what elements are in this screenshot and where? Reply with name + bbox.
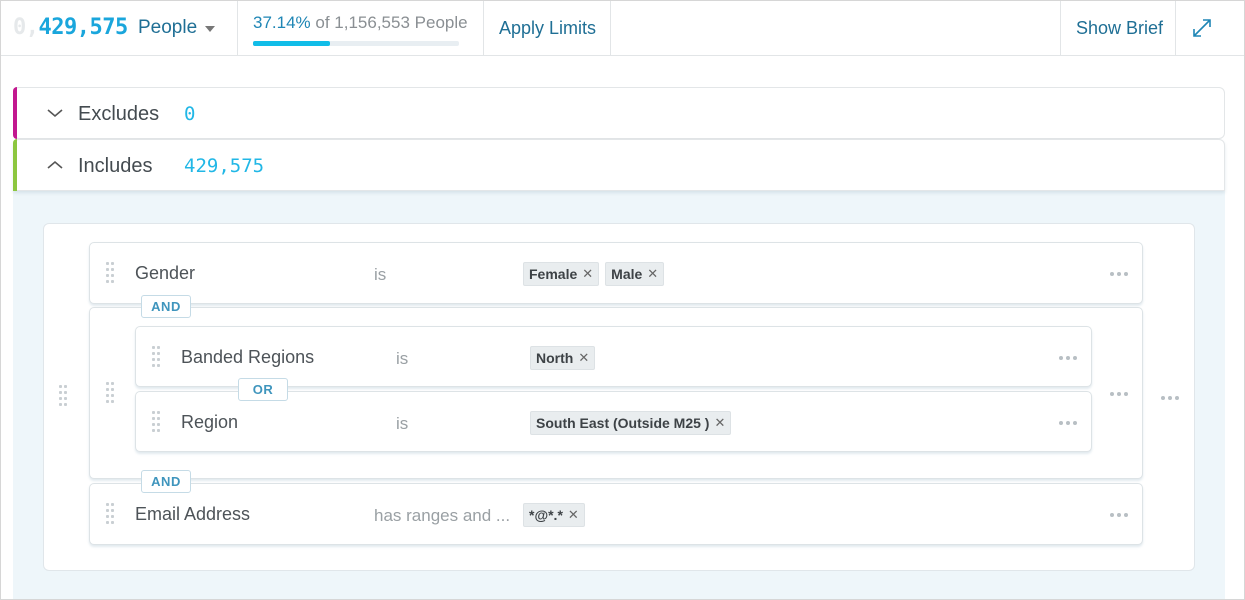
- rule-operator[interactable]: is: [396, 349, 408, 369]
- more-options-icon[interactable]: [1159, 392, 1181, 404]
- divider: [237, 1, 238, 55]
- app-frame: 0,429,575 People 37.14% of 1,156,553 Peo…: [0, 0, 1245, 600]
- rule-field[interactable]: Gender: [135, 263, 195, 284]
- more-options-icon[interactable]: [1057, 352, 1079, 364]
- rule-values: Female ✕ Male ✕: [523, 262, 665, 286]
- or-connector[interactable]: OR: [238, 378, 288, 401]
- excludes-section-header[interactable]: Excludes 0: [13, 87, 1225, 139]
- divider: [1060, 1, 1061, 55]
- drag-handle-icon[interactable]: [106, 262, 116, 284]
- rule-operator[interactable]: is: [374, 265, 386, 285]
- progress-bar-fill: [253, 41, 330, 46]
- audience-count: 0,429,575: [13, 15, 128, 40]
- rule-gender: Gender is Female ✕ Male ✕: [89, 242, 1143, 304]
- value-tag: North ✕: [530, 346, 596, 370]
- and-connector[interactable]: AND: [141, 295, 191, 318]
- includes-count: 429,575: [184, 155, 265, 177]
- chevron-down-icon: [47, 109, 63, 118]
- top-bar: 0,429,575 People 37.14% of 1,156,553 Peo…: [1, 1, 1244, 56]
- value-tag: Female ✕: [523, 262, 600, 286]
- excludes-count: 0: [184, 103, 196, 125]
- caret-down-icon: [205, 26, 216, 32]
- drag-handle-icon[interactable]: [152, 411, 162, 433]
- value-tag: Male ✕: [605, 262, 665, 286]
- expand-icon[interactable]: [1189, 15, 1215, 41]
- rule-values: *@*.* ✕: [523, 503, 585, 527]
- includes-label: Includes: [78, 155, 153, 177]
- chevron-up-icon: [47, 160, 63, 169]
- rule-field[interactable]: Email Address: [135, 504, 250, 525]
- drag-handle-icon[interactable]: [106, 382, 116, 404]
- rule-operator[interactable]: is: [396, 414, 408, 434]
- drag-handle-icon[interactable]: [106, 503, 116, 525]
- value-tag: *@*.* ✕: [523, 503, 585, 527]
- remove-tag-icon[interactable]: ✕: [578, 350, 589, 366]
- drag-handle-icon[interactable]: [59, 385, 69, 407]
- remove-tag-icon[interactable]: ✕: [568, 507, 579, 523]
- divider: [1175, 1, 1176, 55]
- progress-bar: [253, 41, 459, 46]
- rule-email-address: Email Address has ranges and ... *@*.* ✕: [89, 483, 1143, 545]
- rule-operator[interactable]: has ranges and ...: [374, 506, 510, 526]
- includes-section-header[interactable]: Includes 429,575: [13, 139, 1225, 191]
- more-options-icon[interactable]: [1108, 268, 1130, 280]
- entity-dropdown-label: People: [138, 17, 198, 38]
- show-brief-button[interactable]: Show Brief: [1076, 18, 1163, 39]
- divider: [610, 1, 611, 55]
- remove-tag-icon[interactable]: ✕: [714, 415, 725, 431]
- rule-values: South East (Outside M25 ) ✕: [530, 411, 732, 435]
- percent-summary: 37.14% of 1,156,553 People: [253, 13, 468, 32]
- includes-accent-bar: [13, 139, 17, 191]
- excludes-label: Excludes: [78, 103, 160, 125]
- remove-tag-icon[interactable]: ✕: [647, 266, 658, 282]
- rule-values: North ✕: [530, 346, 596, 370]
- rule-field[interactable]: Banded Regions: [181, 347, 314, 368]
- entity-dropdown[interactable]: People: [138, 17, 216, 39]
- more-options-icon[interactable]: [1108, 509, 1130, 521]
- apply-limits-button[interactable]: Apply Limits: [499, 18, 596, 39]
- remove-tag-icon[interactable]: ✕: [582, 266, 593, 282]
- value-tag: South East (Outside M25 ) ✕: [530, 411, 732, 435]
- excludes-accent-bar: [13, 87, 17, 139]
- and-connector[interactable]: AND: [141, 470, 191, 493]
- drag-handle-icon[interactable]: [152, 346, 162, 368]
- divider: [483, 1, 484, 55]
- more-options-icon[interactable]: [1108, 388, 1130, 400]
- more-options-icon[interactable]: [1057, 417, 1079, 429]
- rule-field[interactable]: Region: [181, 412, 238, 433]
